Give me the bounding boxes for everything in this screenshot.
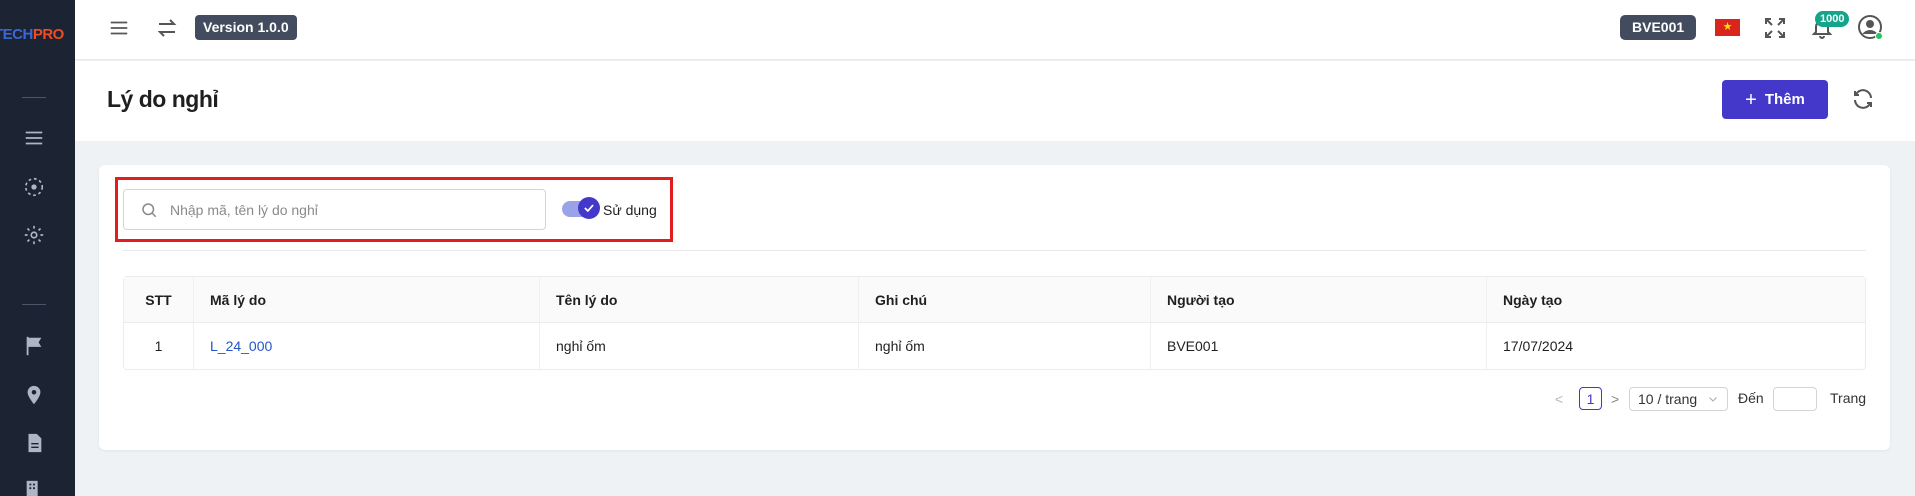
page-size-value: 10 / trang: [1638, 391, 1698, 407]
sidebar-divider: [22, 97, 46, 98]
column-header-created[interactable]: Ngày tạo: [1487, 277, 1865, 323]
search-icon: [142, 202, 157, 217]
card-divider: [123, 250, 1866, 251]
content-card: Sử dụng STT Mã lý do Tên lý do Ghi chú N…: [99, 165, 1890, 450]
page-title: Lý do nghỉ: [107, 86, 219, 112]
logo-text-primary: TECH: [0, 26, 33, 43]
user-code-badge[interactable]: BVE001: [1620, 15, 1697, 40]
sidebar: TECHPRO: [0, 0, 75, 496]
pagination-prev-button[interactable]: <: [1555, 387, 1563, 411]
add-button-label: Thêm: [1764, 91, 1805, 108]
column-header-note[interactable]: Ghi chú: [859, 277, 1151, 323]
search-input[interactable]: [170, 201, 530, 218]
column-header-creator[interactable]: Người tạo: [1151, 277, 1487, 323]
goto-label: Đến: [1738, 390, 1764, 406]
notification-count-badge: 1000: [1815, 11, 1850, 27]
logo-text-accent: PRO: [32, 26, 65, 43]
menu-list-icon[interactable]: [22, 126, 46, 150]
version-badge: Version 1.0.0: [195, 15, 297, 40]
goto-suffix-label: Trang: [1830, 390, 1867, 406]
column-header-code[interactable]: Mã lý do: [194, 277, 540, 323]
cell-created-date: 17/07/2024: [1503, 338, 1574, 354]
location-pin-icon[interactable]: [22, 383, 46, 407]
cell-creator: BVE001: [1151, 323, 1487, 369]
top-header: Version 1.0.0 BVE001 ★ 1000: [75, 0, 1915, 60]
online-status-dot: [1875, 32, 1883, 40]
page-header: Lý do nghỉ + Thêm: [75, 61, 1915, 141]
page-size-select[interactable]: 10 / trang: [1629, 387, 1728, 411]
active-toggle-switch[interactable]: [562, 197, 600, 219]
plus-icon: +: [1745, 88, 1757, 111]
chevron-down-icon: [1709, 397, 1717, 402]
pagination-page-1[interactable]: 1: [1579, 387, 1602, 410]
sidebar-divider: [22, 304, 46, 305]
toggle-label: Sử dụng: [603, 202, 657, 218]
reason-code-link[interactable]: L_24_000: [210, 338, 272, 354]
switch-arrows-icon[interactable]: [155, 16, 179, 40]
check-icon: [584, 204, 594, 213]
table-row[interactable]: 1 L_24_000 nghỉ ốm nghỉ ốm BVE001 17/07/…: [124, 323, 1865, 369]
app-logo[interactable]: TECHPRO: [0, 26, 64, 43]
flag-star: ★: [1722, 21, 1733, 33]
cell-stt: 1: [124, 323, 194, 369]
table-header-row: STT Mã lý do Tên lý do Ghi chú Người tạo…: [124, 277, 1865, 323]
column-header-name[interactable]: Tên lý do: [540, 277, 859, 323]
toggle-knob: [578, 197, 600, 219]
refresh-icon[interactable]: [1851, 87, 1875, 111]
goto-page-input[interactable]: [1773, 387, 1817, 411]
reasons-table: STT Mã lý do Tên lý do Ghi chú Người tạo…: [123, 276, 1866, 370]
flag-icon[interactable]: [22, 334, 46, 358]
add-button[interactable]: + Thêm: [1722, 80, 1828, 119]
column-header-stt[interactable]: STT: [124, 277, 194, 323]
cell-name: nghỉ ốm: [540, 323, 859, 369]
fullscreen-icon[interactable]: [1763, 16, 1787, 40]
building-icon[interactable]: [22, 478, 46, 496]
document-icon[interactable]: [22, 431, 46, 455]
cell-code: L_24_000: [194, 323, 540, 369]
hamburger-menu-icon[interactable]: [108, 17, 130, 39]
cell-note: nghỉ ốm: [859, 323, 1151, 369]
settings-gear-icon[interactable]: [22, 223, 46, 247]
search-field[interactable]: [123, 189, 546, 230]
pagination-next-button[interactable]: >: [1611, 387, 1619, 411]
vietnam-flag-icon[interactable]: ★: [1715, 19, 1740, 36]
org-structure-icon[interactable]: [22, 175, 46, 199]
